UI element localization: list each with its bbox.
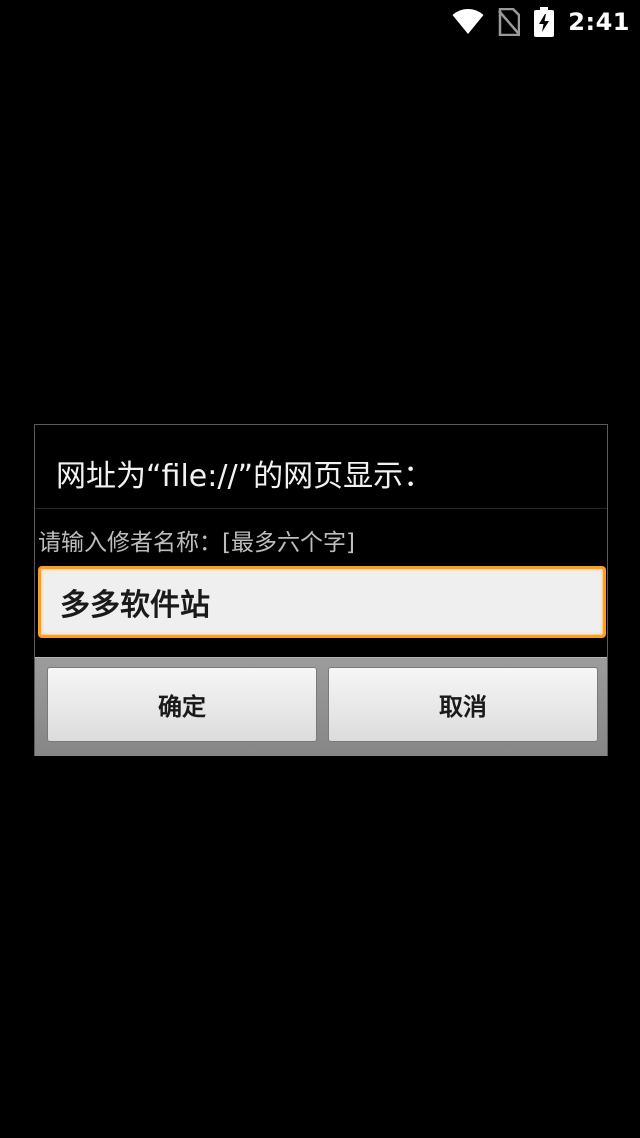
status-icons: 2:41 <box>452 4 630 40</box>
status-bar: 2:41 <box>0 0 640 44</box>
screen: 2:41 网址为“file://”的网页显示： 请输入修者名称：[最多六个字] … <box>0 0 640 1138</box>
dialog-button-bar: 确定 取消 <box>35 657 607 756</box>
battery-charging-icon <box>534 7 555 37</box>
name-input[interactable] <box>38 566 606 638</box>
ok-button[interactable]: 确定 <box>47 667 317 742</box>
status-time: 2:41 <box>568 8 630 36</box>
dialog-message: 请输入修者名称：[最多六个字] <box>38 530 355 556</box>
no-sim-icon <box>498 8 521 36</box>
prompt-dialog: 网址为“file://”的网页显示： 请输入修者名称：[最多六个字] 确定 取消 <box>34 424 608 756</box>
dialog-title-area: 网址为“file://”的网页显示： <box>35 425 607 509</box>
cancel-button[interactable]: 取消 <box>328 667 598 742</box>
wifi-icon <box>452 9 484 35</box>
dialog-title: 网址为“file://”的网页显示： <box>56 459 434 494</box>
